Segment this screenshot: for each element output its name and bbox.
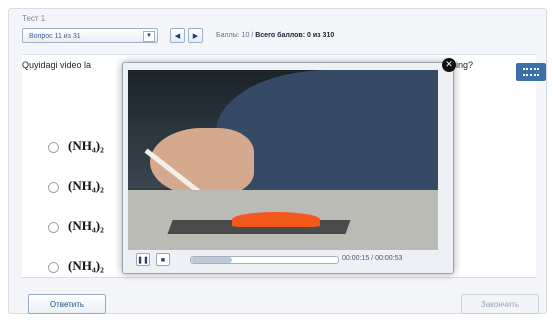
video-orange-powder (232, 212, 320, 227)
chevron-down-icon[interactable]: ▼ (143, 31, 155, 42)
video-time-total: 00:00:53 (375, 255, 403, 262)
question-selector[interactable]: Вопрос 11 из 31 ▼ (22, 28, 158, 43)
test-title: Тест 1 (22, 14, 46, 23)
radio-button[interactable] (48, 142, 59, 153)
radio-button[interactable] (48, 182, 59, 193)
answer-formula: (NH₄)₂ (68, 138, 104, 153)
score-total: Всего баллов: 0 из 310 (255, 32, 335, 39)
question-selector-label: Вопрос 11 из 31 (29, 33, 81, 40)
video-progress-track[interactable] (190, 256, 339, 264)
finish-button[interactable]: Закончить (461, 294, 539, 314)
stop-button[interactable]: ■ (156, 253, 170, 266)
video-player[interactable] (128, 70, 438, 250)
video-progress-fill (191, 257, 233, 263)
answer-formula: (NH₄)₂ (68, 178, 104, 193)
next-question-button[interactable]: ▶ (188, 28, 203, 43)
previous-question-button[interactable]: ◀ (170, 28, 185, 43)
video-time-separator: / (371, 255, 374, 262)
question-text-end: ing? (456, 60, 474, 70)
close-icon[interactable]: ✕ (442, 58, 456, 72)
answer-button[interactable]: Ответить (28, 294, 106, 314)
score-earned: Баллы: 10 (216, 32, 250, 39)
question-text-start: Quyidagi video la (22, 60, 92, 70)
video-controls: ❚❚ ■ 00:00:15 / 00:00:53 (128, 252, 438, 268)
answer-formula: (NH₄)₂ (68, 218, 104, 233)
left-arrow-icon: ◀ (174, 33, 181, 40)
film-icon[interactable] (516, 63, 546, 81)
radio-button[interactable] (48, 222, 59, 233)
video-time: 00:00:15 / 00:00:53 (342, 255, 402, 262)
stop-icon: ■ (160, 257, 166, 264)
answer-formula: (NH₄)₂ (68, 258, 104, 273)
pause-button[interactable]: ❚❚ (136, 253, 150, 266)
radio-button[interactable] (48, 262, 59, 273)
question-toolbar: Вопрос 11 из 31 ▼ ◀ ▶ Баллы: 10 / Всего … (22, 26, 536, 46)
right-arrow-icon: ▶ (192, 33, 199, 40)
score-summary: Баллы: 10 / Всего баллов: 0 из 310 (216, 32, 334, 39)
score-separator: / (251, 32, 254, 39)
pause-icon: ❚❚ (137, 257, 149, 264)
video-time-current: 00:00:15 (342, 255, 370, 262)
